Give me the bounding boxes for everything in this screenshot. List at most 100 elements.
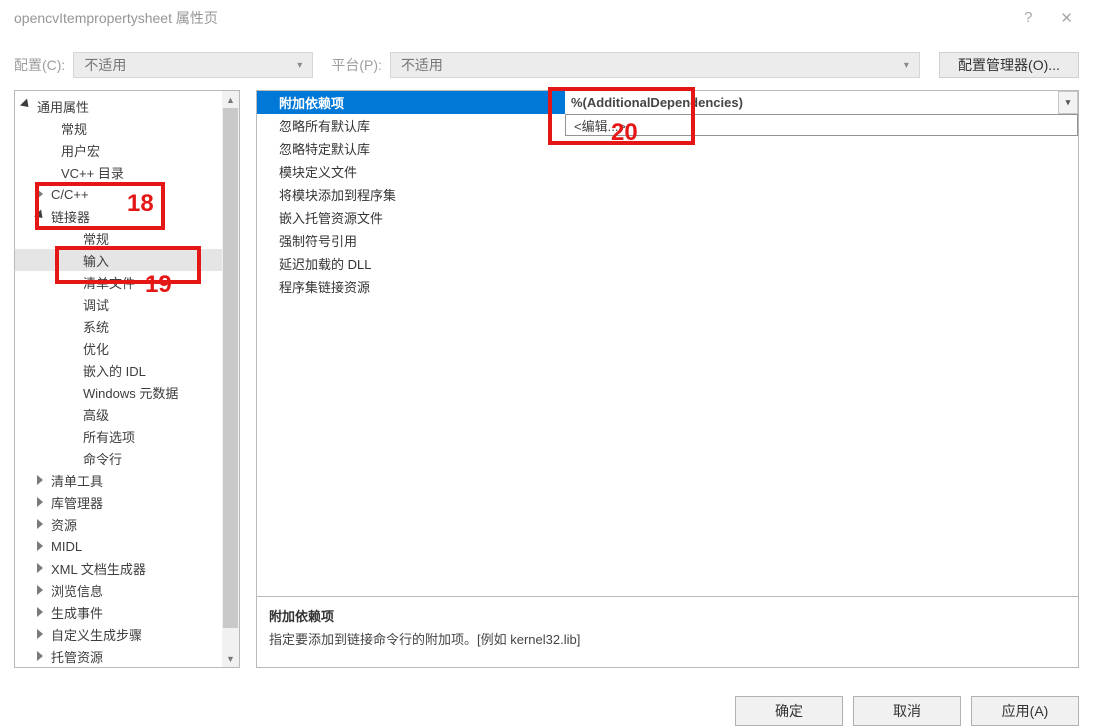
expander-closed-icon[interactable] bbox=[35, 517, 49, 531]
cancel-button[interactable]: 取消 bbox=[853, 696, 961, 726]
tree-label: 链接器 bbox=[51, 207, 90, 226]
tree-scrollbar[interactable]: ▲ ▼ bbox=[222, 91, 239, 667]
config-manager-label: 配置管理器(O)... bbox=[958, 55, 1060, 75]
platform-combo[interactable]: 不适用 ▾ bbox=[390, 52, 920, 78]
tree-label: 浏览信息 bbox=[51, 581, 103, 600]
tree-item[interactable]: 调试 bbox=[15, 293, 239, 315]
tree-item[interactable]: 清单文件 bbox=[15, 271, 239, 293]
expander-closed-icon[interactable] bbox=[35, 495, 49, 509]
titlebar: opencvItempropertysheet 属性页 ? ✕ bbox=[0, 0, 1093, 36]
ok-label: 确定 bbox=[775, 701, 803, 721]
expander-closed-icon[interactable] bbox=[35, 539, 49, 553]
tree-label: 清单工具 bbox=[51, 471, 103, 490]
grid-header-value-text: %(AdditionalDependencies) bbox=[571, 95, 743, 110]
grid-cell-name: 将模块添加到程序集 bbox=[257, 185, 565, 204]
tree-label: 命令行 bbox=[83, 449, 122, 468]
tree-item[interactable]: 常规 bbox=[15, 227, 239, 249]
tree-item[interactable]: 优化 bbox=[15, 337, 239, 359]
grid-cell-name: 程序集链接资源 bbox=[257, 277, 565, 296]
tree-label: 高级 bbox=[83, 405, 109, 424]
tree-label: Windows 元数据 bbox=[83, 383, 178, 402]
tree-item[interactable]: 所有选项 bbox=[15, 425, 239, 447]
expander-closed-icon[interactable] bbox=[35, 187, 49, 201]
tree-label: 通用属性 bbox=[37, 97, 89, 116]
grid-row[interactable]: 延迟加载的 DLL bbox=[257, 252, 1078, 275]
apply-label: 应用(A) bbox=[1002, 701, 1049, 721]
help-icon[interactable]: ? bbox=[1024, 9, 1032, 27]
expander-closed-icon[interactable] bbox=[35, 473, 49, 487]
close-icon[interactable]: ✕ bbox=[1060, 9, 1073, 27]
grid-row[interactable]: 模块定义文件 bbox=[257, 160, 1078, 183]
tree-label: XML 文档生成器 bbox=[51, 559, 146, 578]
grid-row[interactable]: 忽略特定默认库 bbox=[257, 137, 1078, 160]
edit-dropdown-option[interactable]: <编辑...> bbox=[565, 114, 1078, 136]
cancel-label: 取消 bbox=[893, 701, 921, 721]
tree-item[interactable]: 用户宏 bbox=[15, 139, 239, 161]
expander-open-icon[interactable] bbox=[21, 99, 35, 113]
scroll-up-icon[interactable]: ▲ bbox=[222, 91, 239, 108]
tree-item[interactable]: 系统 bbox=[15, 315, 239, 337]
config-manager-button[interactable]: 配置管理器(O)... bbox=[939, 52, 1079, 78]
grid-header-value[interactable]: %(AdditionalDependencies) ▾ bbox=[565, 91, 1078, 114]
tree-cpp[interactable]: C/C++ bbox=[15, 183, 239, 205]
tree-item[interactable]: 清单工具 bbox=[15, 469, 239, 491]
tree-item-selected[interactable]: 输入 bbox=[15, 249, 239, 271]
tree-label: 托管资源 bbox=[51, 647, 103, 666]
tree-label: 调试 bbox=[83, 295, 109, 314]
tree-label: 输入 bbox=[83, 251, 109, 270]
tree-label: VC++ 目录 bbox=[61, 163, 124, 182]
tree-item[interactable]: 资源 bbox=[15, 513, 239, 535]
tree-item[interactable]: VC++ 目录 bbox=[15, 161, 239, 183]
scroll-thumb[interactable] bbox=[223, 108, 238, 628]
grid-row[interactable]: 程序集链接资源 bbox=[257, 275, 1078, 298]
tree-item[interactable]: 自定义生成步骤 bbox=[15, 623, 239, 645]
tree-item[interactable]: 嵌入的 IDL bbox=[15, 359, 239, 381]
tree-item[interactable]: 生成事件 bbox=[15, 601, 239, 623]
chevron-down-icon: ▾ bbox=[904, 60, 909, 71]
expander-closed-icon[interactable] bbox=[35, 627, 49, 641]
tree-linker[interactable]: 链接器 bbox=[15, 205, 239, 227]
expander-closed-icon[interactable] bbox=[35, 561, 49, 575]
platform-label: 平台(P): bbox=[331, 55, 382, 75]
tree-item[interactable]: MIDL bbox=[15, 535, 239, 557]
expander-closed-icon[interactable] bbox=[35, 649, 49, 663]
property-grid: 附加依赖项 %(AdditionalDependencies) ▾ 忽略所有默认… bbox=[256, 90, 1079, 597]
dropdown-button[interactable]: ▾ bbox=[1058, 91, 1078, 114]
grid-row[interactable]: 嵌入托管资源文件 bbox=[257, 206, 1078, 229]
apply-button[interactable]: 应用(A) bbox=[971, 696, 1079, 726]
tree-label: 库管理器 bbox=[51, 493, 103, 512]
expander-closed-icon[interactable] bbox=[35, 583, 49, 597]
window-title: opencvItempropertysheet 属性页 bbox=[14, 8, 1024, 28]
grid-cell-name: 忽略所有默认库 bbox=[257, 116, 565, 135]
tree-label: C/C++ bbox=[51, 187, 89, 202]
ok-button[interactable]: 确定 bbox=[735, 696, 843, 726]
tree-item[interactable]: 库管理器 bbox=[15, 491, 239, 513]
tree-item[interactable]: 托管资源 bbox=[15, 645, 239, 667]
tree-label: 清单文件 bbox=[83, 273, 135, 292]
grid-row[interactable]: 将模块添加到程序集 bbox=[257, 183, 1078, 206]
tree-item[interactable]: 常规 bbox=[15, 117, 239, 139]
config-label: 配置(C): bbox=[14, 55, 65, 75]
tree-label: 生成事件 bbox=[51, 603, 103, 622]
grid-header-row[interactable]: 附加依赖项 %(AdditionalDependencies) ▾ bbox=[257, 91, 1078, 114]
tree-item[interactable]: Windows 元数据 bbox=[15, 381, 239, 403]
tree-label: MIDL bbox=[51, 539, 82, 554]
tree-item[interactable]: 命令行 bbox=[15, 447, 239, 469]
grid-cell-name: 嵌入托管资源文件 bbox=[257, 208, 565, 227]
tree-item[interactable]: XML 文档生成器 bbox=[15, 557, 239, 579]
expander-open-icon[interactable] bbox=[35, 209, 49, 223]
tree-item[interactable]: 高级 bbox=[15, 403, 239, 425]
expander-closed-icon[interactable] bbox=[35, 605, 49, 619]
tree-label: 所有选项 bbox=[83, 427, 135, 446]
scroll-down-icon[interactable]: ▼ bbox=[222, 650, 239, 667]
grid-cell-name: 延迟加载的 DLL bbox=[257, 254, 565, 273]
tree-panel: 通用属性 常规 用户宏 VC++ 目录 C/C++ 链接器 常规 输入 清单文件… bbox=[14, 90, 240, 668]
tree-root[interactable]: 通用属性 bbox=[15, 95, 239, 117]
tree-item[interactable]: 浏览信息 bbox=[15, 579, 239, 601]
config-combo[interactable]: 不适用 ▾ bbox=[73, 52, 313, 78]
config-value: 不适用 bbox=[84, 55, 126, 75]
grid-row[interactable]: 强制符号引用 bbox=[257, 229, 1078, 252]
edit-option-label: <编辑...> bbox=[574, 116, 626, 135]
tree: 通用属性 常规 用户宏 VC++ 目录 C/C++ 链接器 常规 输入 清单文件… bbox=[15, 91, 239, 668]
help-body: 指定要添加到链接命令行的附加项。[例如 kernel32.lib] bbox=[269, 629, 1066, 648]
